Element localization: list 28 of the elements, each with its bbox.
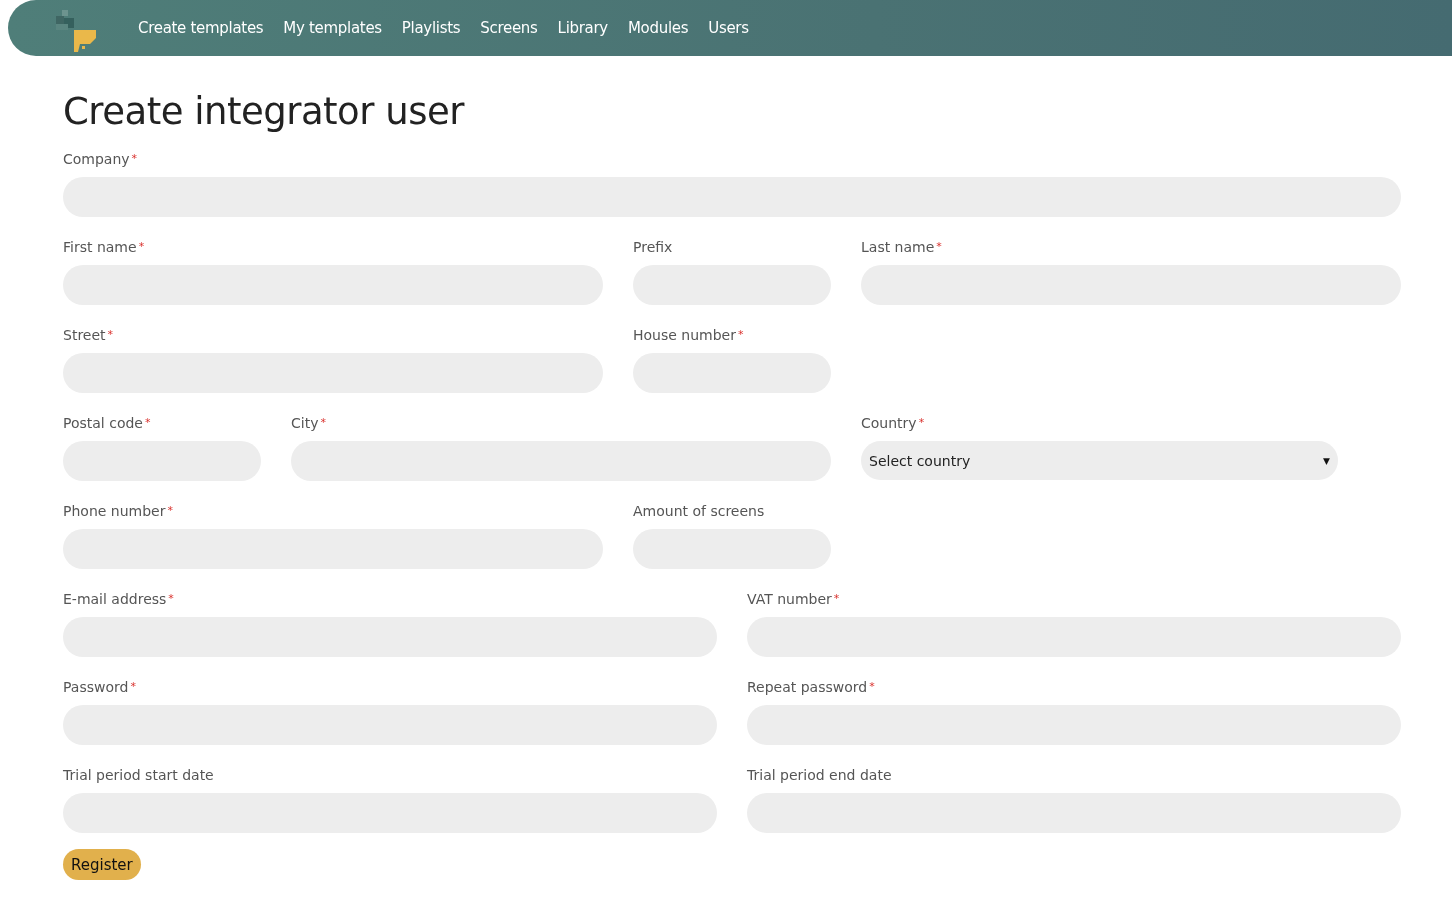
field-label: City* — [291, 414, 327, 433]
register-button[interactable]: Register — [63, 849, 141, 880]
nav-link[interactable]: Playlists — [401, 19, 461, 37]
field-label: Country* — [861, 414, 926, 433]
page-title: Create integrator user — [63, 90, 466, 133]
nav-link[interactable]: My templates — [283, 19, 382, 37]
field-label: VAT number* — [747, 590, 841, 609]
nav-link[interactable]: Library — [557, 19, 608, 37]
field-label: Trial period start date — [63, 766, 215, 785]
field-label: E-mail address* — [63, 590, 175, 609]
field-label: House number* — [633, 326, 745, 345]
nav-link[interactable]: Screens — [480, 19, 538, 37]
nav-link[interactable]: Create templates — [138, 19, 264, 37]
field-label: Postal code* — [63, 414, 152, 433]
field-label: Repeat password* — [747, 678, 876, 697]
country-select[interactable]: Select country ▼ — [861, 441, 1338, 480]
nav-link[interactable]: Users — [708, 19, 749, 37]
field-label: First name* — [63, 238, 146, 257]
field-label: Prefix — [633, 238, 674, 257]
field-label: Street* — [63, 326, 115, 345]
caret-icon: ▼ — [1323, 455, 1330, 466]
field-label: Phone number* — [63, 502, 174, 521]
field-label: Password* — [63, 678, 137, 697]
field-label: Company* — [63, 150, 139, 169]
field-label: Last name* — [861, 238, 943, 257]
field-label: Trial period end date — [747, 766, 893, 785]
field-label: Amount of screens — [633, 502, 766, 521]
nav-link[interactable]: Modules — [627, 19, 689, 37]
